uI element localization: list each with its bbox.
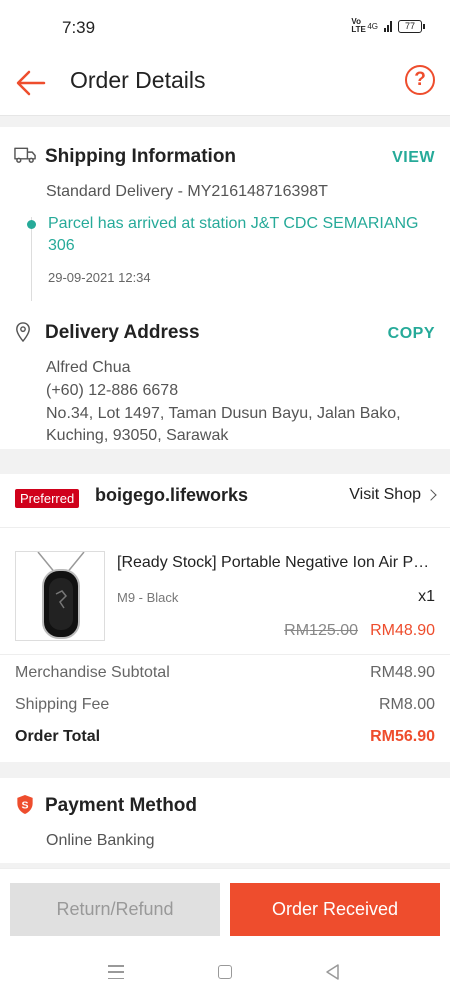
status-icons: Vo LTE 4G 77 [351,17,425,34]
order-received-button[interactable]: Order Received [230,883,440,936]
order-card: Preferred boigego.lifeworks Visit Shop [… [0,474,450,762]
sale-price: RM48.90 [370,622,435,639]
order-total-label: Order Total [15,728,101,745]
svg-text:S: S [21,799,28,811]
shipping-title: Shipping Information [45,146,237,167]
help-icon[interactable]: ? [405,65,435,95]
back-triangle-icon[interactable] [324,963,340,981]
shipping-fee-value: RM8.00 [378,696,435,713]
tracking-timestamp: 29-09-2021 12:34 [48,270,151,285]
subtotal-value: RM48.90 [370,664,435,681]
subtotal-label: Merchandise Subtotal [15,664,170,681]
home-icon[interactable] [218,965,232,979]
battery-icon: 77 [398,19,425,33]
order-total-value: RM56.90 [370,728,435,745]
copy-button[interactable]: COPY [388,325,435,343]
divider [0,527,450,528]
original-price: RM125.00 [284,622,358,639]
shipping-fee-label: Shipping Fee [15,696,110,713]
payment-title: Payment Method [45,795,198,816]
bottom-action-bar: Return/Refund Order Received [0,868,450,948]
view-button[interactable]: VIEW [392,149,435,167]
recent-apps-icon[interactable] [108,965,124,979]
necklace-purifier-image [37,552,85,639]
tracking-line [31,217,32,301]
address-line-2: Kuching, 93050, Sarawak [46,427,229,444]
chevron-right-icon [425,489,437,501]
truck-icon [14,147,36,163]
network-indicator: 4G [367,21,378,31]
divider [0,654,450,655]
visit-shop-link[interactable]: Visit Shop [349,486,437,504]
tracking-dot [27,220,36,229]
system-nav-bar [0,948,450,1000]
return-refund-button[interactable]: Return/Refund [10,883,220,936]
product-image[interactable] [15,551,105,641]
shipping-card: Shipping Information VIEW Standard Deliv… [0,127,450,449]
recipient-name: Alfred Chua [46,359,131,376]
status-bar: 7:39 Vo LTE 4G 77 [0,0,450,56]
delivery-method: Standard Delivery - MY216148716398T [46,183,328,200]
status-time: 7:39 [62,18,96,37]
header: Order Details ? [0,56,450,116]
visit-shop-label: Visit Shop [349,486,421,503]
tracking-status: Parcel has arrived at station J&T CDC SE… [48,215,419,254]
page-title: Order Details [70,67,206,93]
location-pin-icon [16,322,30,343]
battery-level: 77 [404,21,415,31]
shop-name[interactable]: boigego.lifeworks [95,485,248,506]
address-line-1: No.34, Lot 1497, Taman Dusun Bayu, Jalan… [46,405,401,422]
payment-method: Online Banking [46,832,155,849]
product-name[interactable]: [Ready Stock] Portable Negative Ion Air … [117,554,435,572]
back-arrow-icon[interactable] [14,66,48,100]
recipient-phone: (+60) 12-886 6678 [46,382,179,399]
preferred-badge: Preferred [15,489,80,508]
product-variant: M9 - Black [117,590,179,605]
product-quantity: x1 [418,588,435,605]
signal-icon [384,20,392,32]
shield-dollar-icon: S [17,794,33,815]
payment-card: S Payment Method Online Banking [0,778,450,863]
address-title: Delivery Address [45,322,200,343]
volte-indicator: Vo LTE [351,17,366,34]
